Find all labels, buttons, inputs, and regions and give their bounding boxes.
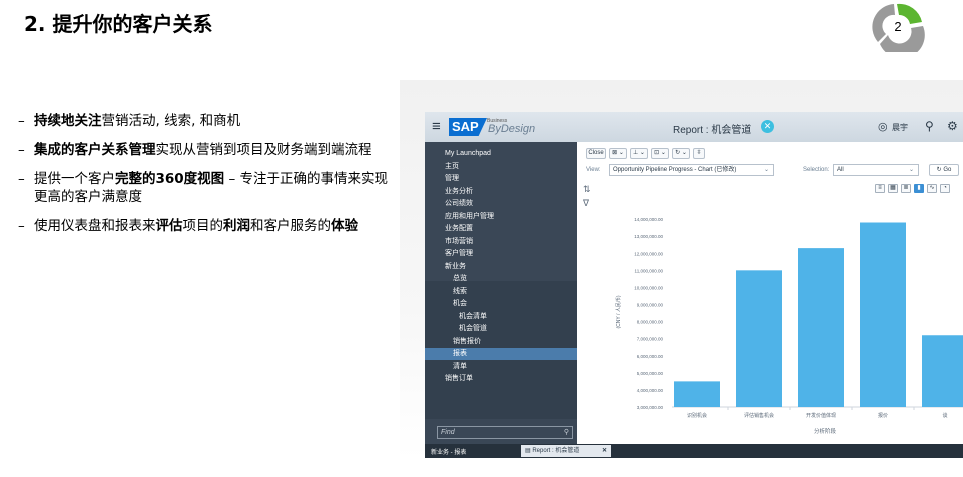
sidebar-item[interactable]: 清单 xyxy=(425,361,577,373)
chart-bar[interactable] xyxy=(798,248,844,407)
y-tick-label: 13,000,000.00 xyxy=(634,234,663,239)
user-name[interactable]: 晨宇 xyxy=(892,122,908,133)
bullet-item: 提供一个客户完整的360度视图 – 专注于正确的事情来实现更高的客户满意度 xyxy=(18,170,390,206)
sidebar-item[interactable]: 新业务 xyxy=(425,261,577,273)
search-icon[interactable]: ⚲ xyxy=(925,119,934,133)
x-tick-label: 谈 xyxy=(942,412,947,419)
sidebar-item[interactable]: 机会管道 xyxy=(425,323,577,335)
sidebar-search-input[interactable]: Find ⚲ xyxy=(437,426,573,439)
sidebar-item[interactable]: 市场营销 xyxy=(425,236,577,248)
y-tick-label: 5,000,000.00 xyxy=(637,371,664,376)
x-tick-label: 开发价值体现 xyxy=(806,412,836,419)
status-breadcrumb: 新业务 - 报表 xyxy=(431,450,467,456)
sidebar-item[interactable]: 总览 xyxy=(425,273,577,285)
sidebar-item[interactable]: 业务配置 xyxy=(425,223,577,235)
y-tick-label: 7,000,000.00 xyxy=(637,337,664,342)
bullet-text: 使用仪表盘和报表来 xyxy=(34,218,156,234)
bullet-item: 持续地关注营销活动, 线索, 和商机 xyxy=(18,112,390,130)
bullet-item: 使用仪表盘和报表来评估项目的利润和客户服务的体验 xyxy=(18,217,390,235)
bullet-emphasis: 利润 xyxy=(223,218,250,234)
gear-icon[interactable]: ⚙ xyxy=(947,119,958,133)
x-tick-label: 识别机会 xyxy=(687,412,707,419)
report-title: Report : 机会管道 xyxy=(673,125,752,136)
close-icon[interactable]: ✕ xyxy=(761,120,774,133)
sidebar-item[interactable]: 线索 xyxy=(425,286,577,298)
logo-product-name: ByDesign xyxy=(488,123,536,135)
bullet-emphasis: 体验 xyxy=(331,218,358,234)
sidebar-item[interactable]: 报表 xyxy=(425,348,577,360)
sidebar-item[interactable]: 机会 xyxy=(425,298,577,310)
chart-bar[interactable] xyxy=(860,222,906,408)
bullet-emphasis: 评估 xyxy=(155,218,183,234)
bullet-text: 提供一个客户 xyxy=(34,171,115,187)
x-axis-label: 分析阶段 xyxy=(814,427,837,435)
chart-bar[interactable] xyxy=(922,335,963,407)
bullet-text: 实现从营销到项目及财务端到端流程 xyxy=(155,142,372,158)
y-tick-label: 9,000,000.00 xyxy=(637,303,664,308)
sidebar-item[interactable]: 应用和用户管理 xyxy=(425,211,577,223)
step-number: 2 xyxy=(894,19,901,34)
y-tick-label: 12,000,000.00 xyxy=(634,251,663,256)
sidebar-item[interactable]: 客户管理 xyxy=(425,248,577,260)
hamburger-icon[interactable]: ≡ xyxy=(432,119,441,134)
bullet-emphasis: 完整的360度视图 xyxy=(115,171,225,187)
chart-bar[interactable] xyxy=(674,381,720,407)
sidebar-item[interactable]: 管理 xyxy=(425,173,577,185)
step-badge: 2 xyxy=(872,3,925,52)
y-tick-label: 11,000,000.00 xyxy=(635,268,664,273)
y-tick-label: 8,000,000.00 xyxy=(637,320,664,325)
y-axis-label: (CNY / 人民币) xyxy=(615,295,622,328)
sidebar-item[interactable]: 销售订单 xyxy=(425,373,577,385)
sidebar-item[interactable]: 业务分析 xyxy=(425,186,577,198)
sap-logo: SAP xyxy=(449,118,487,136)
sidebar-item[interactable]: 机会清单 xyxy=(425,311,577,323)
y-tick-label: 6,000,000.00 xyxy=(637,354,664,359)
sidebar-item[interactable]: My Launchpad xyxy=(425,148,577,160)
x-tick-label: 评估销售机会 xyxy=(744,412,774,419)
y-tick-label: 4,000,000.00 xyxy=(637,388,664,393)
sidebar: My Launchpad 主页 管理 业务分析 公司绩效 应用和用户管理 业务配置 市场营销客… xyxy=(425,142,577,444)
close-icon[interactable]: ✕ xyxy=(602,445,607,457)
sidebar-item[interactable]: 销售报价 xyxy=(425,336,577,348)
x-tick-label: 报价 xyxy=(878,412,888,419)
bullet-list: 持续地关注营销活动, 线索, 和商机集成的客户关系管理实现从营销到项目及财务端到… xyxy=(18,112,390,246)
search-icon[interactable]: ⚲ xyxy=(564,427,569,438)
bullet-emphasis: 持续地关注 xyxy=(34,113,102,129)
sidebar-item[interactable]: 主页 xyxy=(425,161,577,173)
bar-chart: 14,000,000.00 13,000,000.00 12,000,000.00 1… xyxy=(615,217,963,435)
bullet-text: 营销活动, 线索, 和商机 xyxy=(101,113,241,129)
bullet-item: 集成的客户关系管理实现从营销到项目及财务端到端流程 xyxy=(18,141,390,159)
sap-app-window: ≡ SAP Business ByDesign Report : 机会管道 ✕ … xyxy=(425,112,963,458)
y-tick-label: 10,000,000.00 xyxy=(634,285,663,290)
chart-bar[interactable] xyxy=(736,270,782,407)
y-tick-label: 3,000,000.00 xyxy=(637,405,664,410)
bullet-emphasis: 集成的客户关系管理 xyxy=(34,142,156,158)
bullet-text: 项目的 xyxy=(182,218,224,234)
y-tick-label: 14,000,000.00 xyxy=(634,217,663,222)
status-bar: 新业务 - 报表 ▤ Report : 机会管道 ✕ xyxy=(425,444,963,458)
slide-title: 2. 提升你的客户关系 xyxy=(24,12,213,36)
sidebar-item[interactable]: 公司绩效 xyxy=(425,198,577,210)
report-main: Close ⊠ ⌄ ⊥ ⌄ ⊡ ⌄ ↻ ⌄ ⇳ View: Opportunit… xyxy=(577,142,963,444)
status-tab-report[interactable]: ▤ Report : 机会管道 ✕ xyxy=(521,445,611,457)
shell-bar: ≡ SAP Business ByDesign Report : 机会管道 ✕ … xyxy=(425,112,963,142)
user-icon[interactable]: ◎ xyxy=(878,120,888,133)
bullet-text: 和客户服务的 xyxy=(250,218,331,234)
